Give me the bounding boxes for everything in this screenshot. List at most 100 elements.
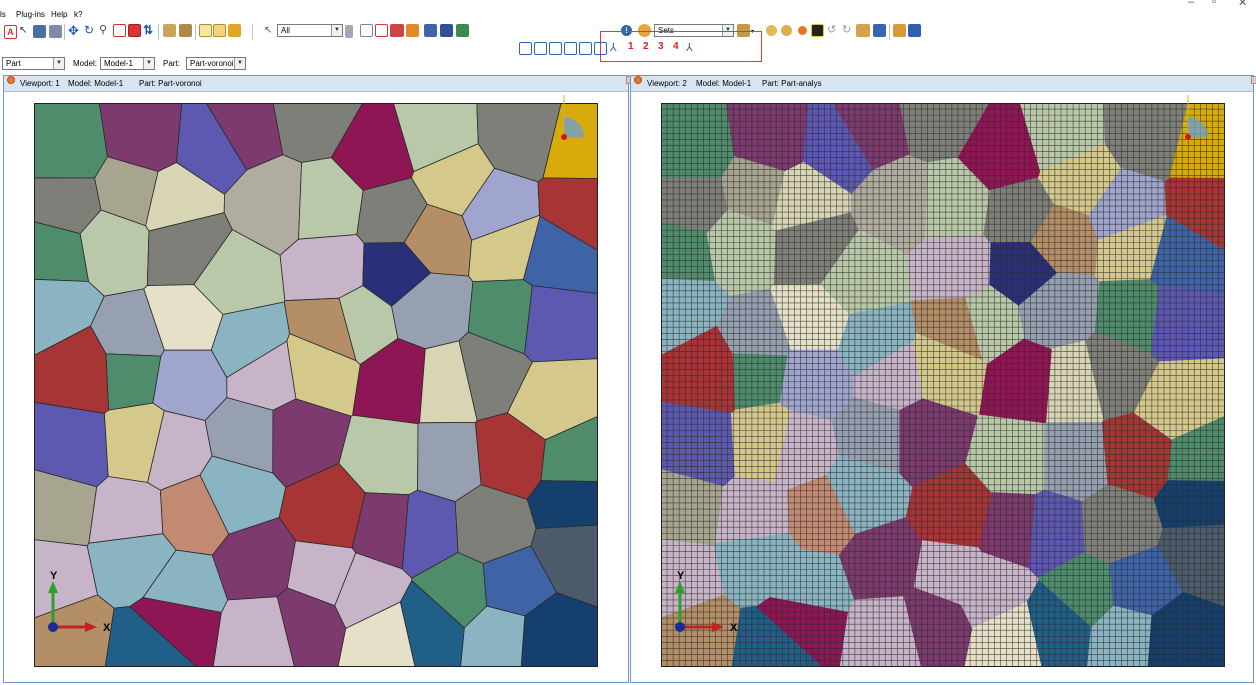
pan-icon[interactable]: ✥ [68, 24, 81, 37]
user-view-3[interactable]: 3 [658, 41, 664, 52]
menu-help[interactable]: Help [51, 10, 67, 19]
selection-filter-combo[interactable]: All ▼ [277, 24, 343, 37]
render-icon-3[interactable] [456, 24, 469, 37]
rotate-icon[interactable]: ↻ [84, 24, 97, 37]
triad-origin [48, 622, 58, 632]
display-group-icon-3[interactable] [798, 26, 807, 35]
user-view-1[interactable]: 1 [628, 41, 634, 52]
module-combo[interactable]: Part ▼ [2, 57, 65, 70]
wireframe-icon[interactable] [199, 24, 212, 37]
selection-filter-value: All [281, 26, 290, 35]
zoom-icon[interactable]: ⚲ [99, 24, 112, 37]
main-toolbar: A ↖ ✥ ↻ ⚲ ⇅ ↖ All ▼ i Sets ▼ ▾ ↺ ↻ [0, 20, 1256, 62]
menu-plugins[interactable]: Plug-ins [16, 10, 45, 19]
render-icon-1[interactable] [424, 24, 437, 37]
select-arrow-icon[interactable]: ↖ [19, 25, 32, 38]
triad-origin [675, 622, 685, 632]
x-axis-label: X [103, 622, 111, 634]
back-view-icon[interactable] [534, 42, 547, 55]
viewport-1-titlebar[interactable]: Viewport: 1 Model: Model-1 Part: Part-vo… [4, 76, 635, 92]
x-arrowhead [712, 622, 724, 632]
parallel-icon[interactable] [179, 24, 192, 37]
part-value: Part-voronoi [190, 59, 234, 68]
grid-icon[interactable] [33, 25, 46, 38]
select-from-viewport-icon[interactable] [360, 24, 373, 37]
color-code-icon[interactable] [406, 24, 419, 37]
viewport-1[interactable]: Viewport: 1 Model: Model-1 Part: Part-vo… [3, 75, 635, 683]
cycle-views-icon[interactable]: ⇅ [143, 24, 156, 37]
viewport-icon [7, 76, 15, 84]
undo-icon[interactable]: ↺ [827, 24, 840, 37]
model-combo[interactable]: Model-1 ▼ [100, 57, 155, 70]
right-view-icon[interactable] [594, 42, 607, 55]
part-label: Part: [163, 59, 180, 68]
grain-cell[interactable] [526, 480, 598, 529]
minimize-icon[interactable]: – [1188, 0, 1194, 8]
box-select-icon[interactable] [375, 24, 388, 37]
bottom-view-icon[interactable] [564, 42, 577, 55]
menu-bar: ls Plug-ins Help k? – ▫ ✕ [0, 0, 1256, 19]
selection-arrow-icon[interactable]: ↖ [264, 25, 277, 38]
perspective-icon[interactable] [163, 24, 176, 37]
chevron-down-icon: ▼ [331, 25, 342, 36]
menu-tools[interactable]: ls [0, 10, 6, 19]
display-group-icon-1[interactable] [766, 25, 777, 36]
cursor-tool-icon[interactable] [811, 24, 824, 37]
user-view-4[interactable]: 4 [673, 41, 679, 52]
views-toolbar: ⅄ 1 2 3 4 ⅄ [0, 41, 1256, 56]
meshed-grain-cell[interactable] [1044, 421, 1109, 503]
part-combo[interactable]: Part-voronoi ▼ [186, 57, 246, 70]
iso-view-icon[interactable]: ⅄ [610, 42, 623, 55]
left-view-icon[interactable] [579, 42, 592, 55]
viewport-2[interactable]: Viewport: 2 Model: Model-1 Part: Part-an… [630, 75, 1256, 683]
top-view-icon[interactable] [549, 42, 562, 55]
replace-icon[interactable] [856, 24, 870, 37]
close-icon[interactable]: ✕ [1238, 0, 1247, 9]
grain-cell[interactable] [88, 476, 164, 544]
auto-fit-icon[interactable] [128, 24, 141, 37]
grain-cell[interactable] [524, 285, 599, 363]
shaded-icon[interactable] [228, 24, 241, 37]
box-zoom-icon[interactable] [113, 24, 126, 37]
viewport-2-model: Model: Model-1 [696, 79, 752, 88]
filter-options-icon[interactable] [345, 25, 353, 38]
y-axis-label: Y [677, 570, 685, 582]
viewport-2-titlebar[interactable]: Viewport: 2 Model: Model-1 Part: Part-an… [631, 76, 1256, 92]
viewport-1-name: Viewport: 1 [20, 79, 60, 88]
grain-cell[interactable] [279, 234, 365, 302]
table-icon[interactable] [873, 24, 886, 37]
model-label: Model: [73, 59, 98, 68]
grain-cell[interactable] [417, 421, 482, 503]
view-cube-triad [1185, 95, 1208, 140]
grain-cell[interactable] [79, 209, 150, 297]
grain-cell[interactable] [105, 353, 162, 411]
user-view-2[interactable]: 2 [643, 41, 649, 52]
meshed-grain-cell[interactable] [661, 103, 736, 179]
model-value: Model-1 [104, 59, 133, 68]
redo-icon[interactable]: ↻ [842, 24, 855, 37]
view-cube-triad [561, 95, 584, 140]
layout-icon-1[interactable] [893, 24, 906, 37]
meshed-grain-cell[interactable] [706, 209, 777, 297]
viewport-1-part: Part: Part-voronoi [139, 79, 202, 88]
menu-whats-this[interactable]: k? [74, 10, 82, 19]
viewport-1-model: Model: Model-1 [68, 79, 124, 88]
restore-icon[interactable]: ▫ [1212, 0, 1216, 8]
layout-icon-2[interactable] [908, 24, 921, 37]
chevron-down-icon: ▼ [234, 58, 245, 69]
list-icon[interactable] [49, 25, 62, 38]
front-view-icon[interactable] [519, 42, 532, 55]
axis-triad: YX [48, 570, 111, 634]
display-group-icon-2[interactable] [781, 25, 792, 36]
hidden-line-icon[interactable] [213, 24, 226, 37]
mini-view-quadrant [1188, 117, 1208, 137]
select-mode-icon[interactable] [390, 24, 404, 37]
view-manager-icon[interactable]: ⅄ [686, 42, 699, 55]
grain-cell[interactable] [34, 103, 108, 179]
y-arrowhead [675, 581, 685, 593]
render-icon-2[interactable] [440, 24, 453, 37]
chevron-down-icon: ▼ [143, 58, 154, 69]
text-annotation-icon[interactable]: A [4, 25, 17, 39]
viewport-close-icon[interactable] [1251, 76, 1256, 84]
viewport-2-name: Viewport: 2 [647, 79, 687, 88]
